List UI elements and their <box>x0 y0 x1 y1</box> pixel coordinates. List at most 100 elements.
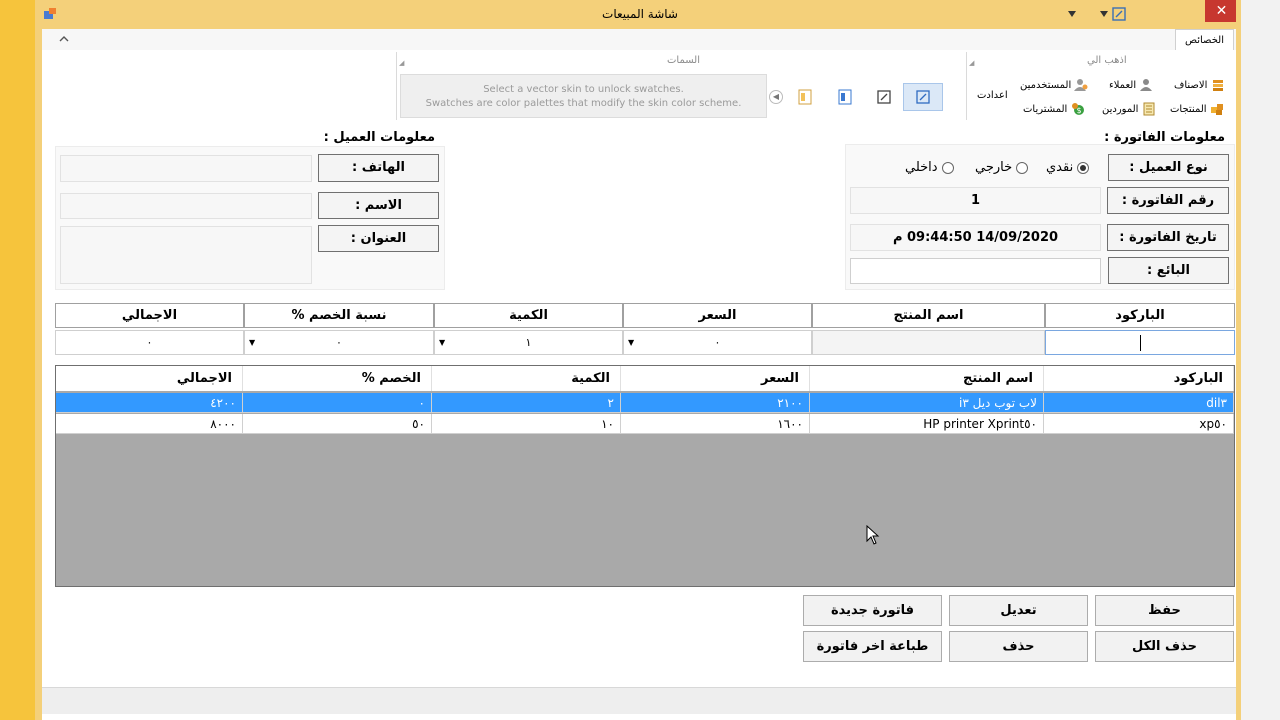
barcode-input[interactable] <box>1045 330 1235 355</box>
radio-internal-dot[interactable] <box>941 161 954 174</box>
grid-header-total[interactable]: الاجمالي <box>56 366 243 391</box>
address-field[interactable] <box>60 226 312 284</box>
table-row-cell-price[interactable]: ١٦٠٠ <box>621 414 810 434</box>
seller-field[interactable] <box>850 258 1101 284</box>
products-icon <box>1210 104 1223 115</box>
price-input[interactable]: ٠ ▼ <box>623 330 812 355</box>
radio-external[interactable]: خارجي <box>975 160 1029 175</box>
table-row-cell-price[interactable]: ٢١٠٠ <box>621 393 810 413</box>
gallery-scroll-left-icon[interactable]: ◀ <box>769 90 783 104</box>
app-icon[interactable] <box>43 7 57 21</box>
table-row-cell-product-name[interactable]: لاب توب ديل i٣ <box>810 393 1044 413</box>
invoice-info-title: معلومات الفاتورة : <box>1104 130 1225 145</box>
phone-label: الهاتف : <box>318 154 439 182</box>
close-button[interactable]: ✕ <box>1205 0 1238 22</box>
skin-vector-icon[interactable] <box>873 86 895 108</box>
discount-input[interactable]: ٠ ▼ <box>244 330 434 355</box>
desktop-background-right <box>1241 0 1280 720</box>
status-bar <box>42 687 1236 714</box>
dropdown-icon[interactable] <box>1067 10 1077 18</box>
mouse-cursor-icon <box>866 525 880 545</box>
grid-header-product-name[interactable]: اسم المنتج <box>810 366 1044 391</box>
grid-header-price[interactable]: السعر <box>621 366 810 391</box>
seller-label: البائع : <box>1108 257 1229 284</box>
radio-external-dot[interactable] <box>1016 161 1029 174</box>
total-input[interactable]: ٠ <box>55 330 244 355</box>
invoice-date-label: تاريخ الفاتورة : <box>1107 224 1229 251</box>
save-button[interactable]: حفظ <box>1095 595 1234 626</box>
edit-button[interactable]: تعديل <box>949 595 1088 626</box>
suppliers-icon <box>1143 102 1155 116</box>
phone-field[interactable] <box>60 155 312 182</box>
table-row-cell-total[interactable]: ٤٢٠٠ <box>56 393 243 413</box>
customer-type-label: نوع العميل : <box>1108 154 1229 181</box>
grid-header-discount[interactable]: الخصم % <box>243 366 432 391</box>
window-border-right <box>1236 0 1241 720</box>
group-launcher-icon[interactable]: ◢ <box>399 59 404 67</box>
ribbon-item-settings[interactable]: اعدادت <box>977 90 1008 101</box>
invoice-number-field[interactable]: 1 <box>850 187 1101 214</box>
table-row-cell-product-name[interactable]: printer Xprint٥٠ HP <box>810 414 1044 434</box>
tab-properties[interactable]: الخصائص <box>1175 29 1234 52</box>
swatch-gallery[interactable]: Select a vector skin to unlock swatches.… <box>400 74 767 118</box>
radio-internal[interactable]: داخلي <box>905 160 954 175</box>
users-icon <box>1074 79 1088 91</box>
new-invoice-button[interactable]: فاتورة جديدة <box>803 595 942 626</box>
print-last-invoice-button[interactable]: طباعة اخر فاتورة <box>803 631 942 662</box>
group-launcher-icon[interactable]: ◢ <box>969 59 974 67</box>
desktop-background-left <box>0 0 35 720</box>
table-row-cell-discount[interactable]: ٥٠ <box>243 414 432 434</box>
skin-icon[interactable] <box>1112 7 1126 21</box>
table-row-cell-quantity[interactable]: ٢ <box>432 393 621 413</box>
invoice-number-label: رقم الفاتورة : <box>1107 187 1229 214</box>
name-label: الاسم : <box>318 192 439 219</box>
grid-header-barcode[interactable]: الباركود <box>1044 366 1234 391</box>
collapse-ribbon-icon[interactable] <box>58 35 70 43</box>
customer-icon <box>1140 79 1153 91</box>
quantity-input[interactable]: ١ ▼ <box>434 330 623 355</box>
delete-button[interactable]: حذف <box>949 631 1088 662</box>
invoice-date-field[interactable]: 14/09/2020 09:44:50 م <box>850 224 1101 251</box>
radio-cash[interactable]: نقدي <box>1046 160 1090 175</box>
table-row-cell-barcode[interactable]: xp٥٠ <box>1044 414 1234 434</box>
ribbon-item-products[interactable]: المنتجات <box>1170 102 1224 116</box>
table-row-cell-quantity[interactable]: ١٠ <box>432 414 621 434</box>
ribbon-item-categories[interactable]: الاصناف <box>1174 78 1225 92</box>
skin-office-icon[interactable] <box>794 86 816 108</box>
radio-cash-dot[interactable] <box>1077 161 1090 174</box>
ribbon-divider <box>966 52 967 120</box>
table-row-cell-discount[interactable]: ٠ <box>243 393 432 413</box>
quantity-dropdown-icon[interactable]: ▼ <box>439 331 445 354</box>
ribbon-item-purchases[interactable]: المشتريات $ <box>1023 102 1085 116</box>
quick-access-dropdown-icon[interactable] <box>1099 10 1109 18</box>
ribbon-item-customers[interactable]: العملاء <box>1109 78 1153 92</box>
grid-header-quantity[interactable]: الكمية <box>432 366 621 391</box>
group-caption-goto: اذهب الي <box>1087 55 1127 66</box>
discount-dropdown-icon[interactable]: ▼ <box>249 331 255 354</box>
ribbon-item-users[interactable]: المستخدمين <box>1020 78 1088 92</box>
close-icon: ✕ <box>1215 3 1228 19</box>
window-title: شاشة المبيعات <box>602 7 678 21</box>
ribbon-divider <box>396 52 397 120</box>
entry-header-total: الاجمالي <box>55 303 244 328</box>
window-border-left <box>35 0 42 720</box>
ribbon-tab-strip <box>42 29 1236 51</box>
product-name-input[interactable] <box>812 330 1045 355</box>
purchases-icon: $ <box>1071 103 1084 115</box>
categories-icon <box>1212 80 1223 91</box>
address-label: العنوان : <box>318 225 439 252</box>
skin-selected-icon[interactable] <box>912 86 934 108</box>
table-row-cell-total[interactable]: ٨٠٠٠ <box>56 414 243 434</box>
delete-all-button[interactable]: حذف الكل <box>1095 631 1234 662</box>
entry-header-product-name: اسم المنتج <box>812 303 1045 328</box>
ribbon-item-suppliers[interactable]: الموردين <box>1102 102 1156 116</box>
name-field[interactable] <box>60 193 312 219</box>
table-row-cell-barcode[interactable]: dil٣ <box>1044 393 1234 413</box>
group-caption-skins: السمات <box>667 55 700 66</box>
price-dropdown-icon[interactable]: ▼ <box>628 331 634 354</box>
entry-header-quantity: الكمية <box>434 303 623 328</box>
customer-info-title: معلومات العميل : <box>323 130 435 145</box>
entry-header-discount: نسبة الخصم % <box>244 303 434 328</box>
skin-blue-icon[interactable] <box>834 86 856 108</box>
entry-header-barcode: الباركود <box>1045 303 1235 328</box>
